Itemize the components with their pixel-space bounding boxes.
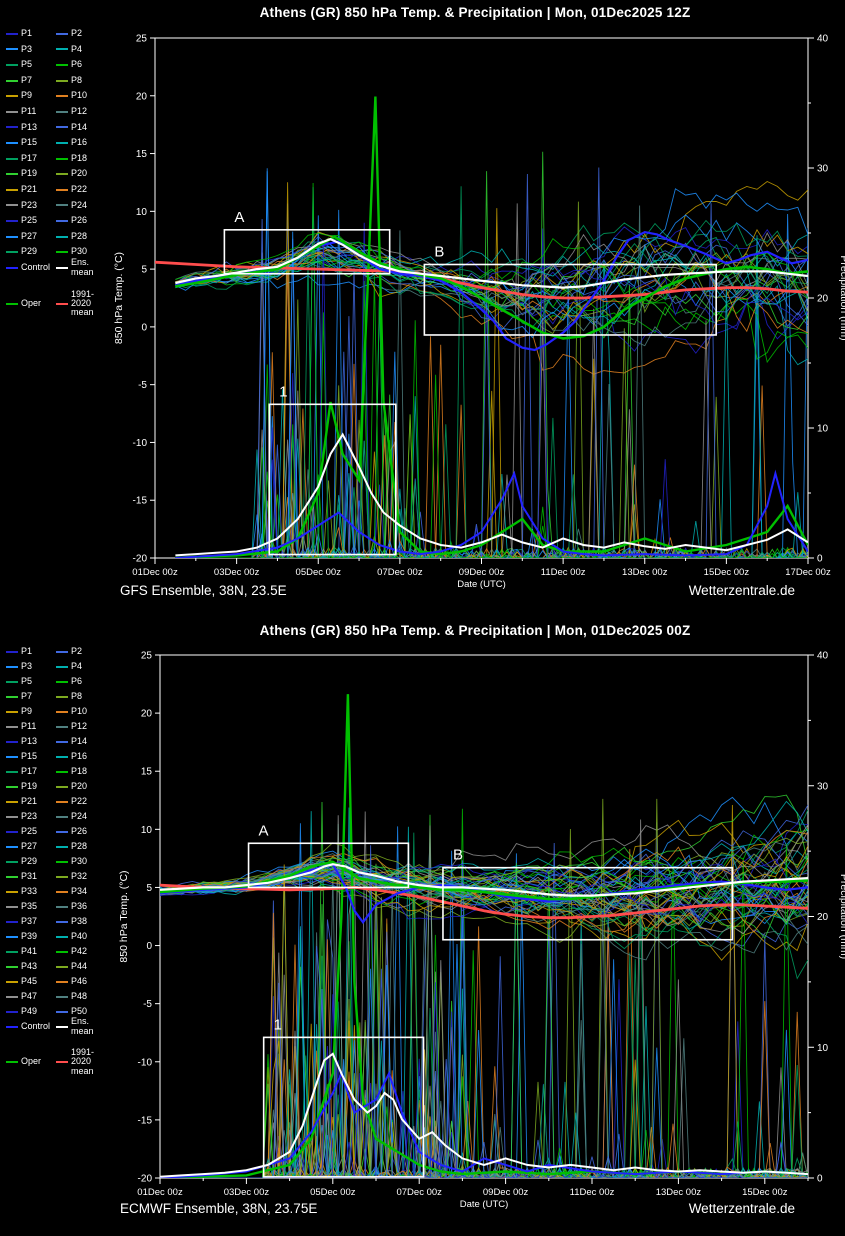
- svg-text:20: 20: [141, 709, 153, 720]
- svg-text:-15: -15: [133, 496, 148, 507]
- annotation-label-1: 1: [274, 1016, 282, 1033]
- brand-caption: Wetterzentrale.de: [689, 1201, 795, 1216]
- svg-text:40: 40: [817, 651, 829, 662]
- svg-text:07Dec 00z: 07Dec 00z: [377, 567, 423, 578]
- model-caption: GFS Ensemble, 38N, 23.5E: [120, 583, 287, 598]
- svg-text:-10: -10: [138, 1057, 153, 1068]
- svg-text:15Dec 00z: 15Dec 00z: [704, 567, 750, 578]
- svg-text:-5: -5: [138, 380, 147, 391]
- svg-text:09Dec 00z: 09Dec 00z: [483, 1187, 529, 1198]
- svg-text:20: 20: [136, 91, 148, 102]
- svg-text:10: 10: [141, 825, 153, 836]
- svg-text:15: 15: [136, 149, 148, 160]
- svg-text:-20: -20: [138, 1174, 153, 1185]
- svg-text:10: 10: [817, 424, 829, 435]
- svg-text:30: 30: [817, 781, 829, 792]
- svg-text:20: 20: [817, 294, 829, 305]
- highlight-series: [160, 694, 808, 1178]
- axes: 25 20 15 10 5 0 -5 -10 -15 -20 0 10 20 30 40 01Dec 00z 0…: [118, 651, 845, 1211]
- series-oper-precip: [160, 694, 808, 1178]
- svg-text:-5: -5: [143, 999, 152, 1010]
- svg-text:15: 15: [141, 767, 153, 778]
- y-axis-label-precip: Precipitation (mm): [838, 255, 845, 340]
- annotation-label-B: B: [434, 243, 444, 260]
- svg-text:10: 10: [817, 1043, 829, 1054]
- annotation-label-A: A: [234, 209, 244, 226]
- svg-text:09Dec 00z: 09Dec 00z: [459, 567, 505, 578]
- svg-text:5: 5: [146, 883, 152, 894]
- svg-text:30: 30: [817, 164, 829, 175]
- svg-text:20: 20: [817, 912, 829, 923]
- svg-text:07Dec 00z: 07Dec 00z: [396, 1187, 442, 1198]
- svg-text:0: 0: [141, 322, 147, 333]
- panel-ecmwf: Athens (GR) 850 hPa Temp. & Precipitatio…: [0, 618, 845, 1236]
- model-caption: ECMWF Ensemble, 38N, 23.75E: [120, 1201, 317, 1216]
- brand-caption: Wetterzentrale.de: [689, 583, 795, 598]
- x-axis-label: Date (UTC): [460, 1199, 509, 1210]
- svg-text:13Dec 00z: 13Dec 00z: [656, 1187, 702, 1198]
- svg-text:25: 25: [141, 651, 153, 662]
- svg-text:01Dec 00z: 01Dec 00z: [137, 1187, 183, 1198]
- svg-text:13Dec 00z: 13Dec 00z: [622, 567, 668, 578]
- y-axis-label-temp: 850 hPa Temp. (°C): [118, 870, 130, 962]
- svg-text:0: 0: [146, 941, 152, 952]
- svg-text:-15: -15: [138, 1115, 153, 1126]
- svg-text:-20: -20: [133, 554, 148, 565]
- svg-text:11Dec 00z: 11Dec 00z: [570, 1187, 615, 1198]
- svg-text:40: 40: [817, 34, 829, 45]
- annotation-label-1: 1: [279, 383, 287, 400]
- svg-text:5: 5: [141, 265, 147, 276]
- svg-text:05Dec 00z: 05Dec 00z: [296, 567, 342, 578]
- ensemble-members: [175, 152, 808, 558]
- svg-text:03Dec 00z: 03Dec 00z: [224, 1187, 270, 1198]
- svg-text:25: 25: [136, 34, 148, 45]
- svg-text:17Dec 00z: 17Dec 00z: [785, 567, 831, 578]
- ensemble-members: [160, 795, 808, 1178]
- y-axis-label-temp: 850 hPa Temp. (°C): [113, 252, 125, 344]
- svg-text:0: 0: [817, 1174, 823, 1185]
- x-axis-label: Date (UTC): [457, 579, 506, 590]
- annotation-label-B: B: [453, 847, 463, 864]
- svg-text:0: 0: [817, 554, 823, 565]
- svg-text:03Dec 00z: 03Dec 00z: [214, 567, 260, 578]
- svg-text:15Dec 00z: 15Dec 00z: [742, 1187, 788, 1198]
- ecmwf-plot: 25 20 15 10 5 0 -5 -10 -15 -20 0 10 20 30 40 01Dec 00z 0…: [0, 618, 845, 1236]
- page: { "palette": { "background": "#000000", …: [0, 0, 845, 1236]
- svg-text:11Dec 00z: 11Dec 00z: [541, 567, 586, 578]
- panel-gfs: Athens (GR) 850 hPa Temp. & Precipitatio…: [0, 0, 845, 618]
- svg-text:-10: -10: [133, 438, 148, 449]
- annotation-label-A: A: [259, 822, 269, 839]
- gfs-plot: 25 20 15 10 5 0 -5 -10 -15 -20 0 10 20 30 40 01Dec 00z 0…: [0, 0, 845, 618]
- svg-text:10: 10: [136, 207, 148, 218]
- y-axis-label-precip: Precipitation (mm): [838, 874, 845, 959]
- svg-text:05Dec 00z: 05Dec 00z: [310, 1187, 356, 1198]
- plot-border: [160, 655, 808, 1178]
- svg-text:01Dec 00z: 01Dec 00z: [132, 567, 178, 578]
